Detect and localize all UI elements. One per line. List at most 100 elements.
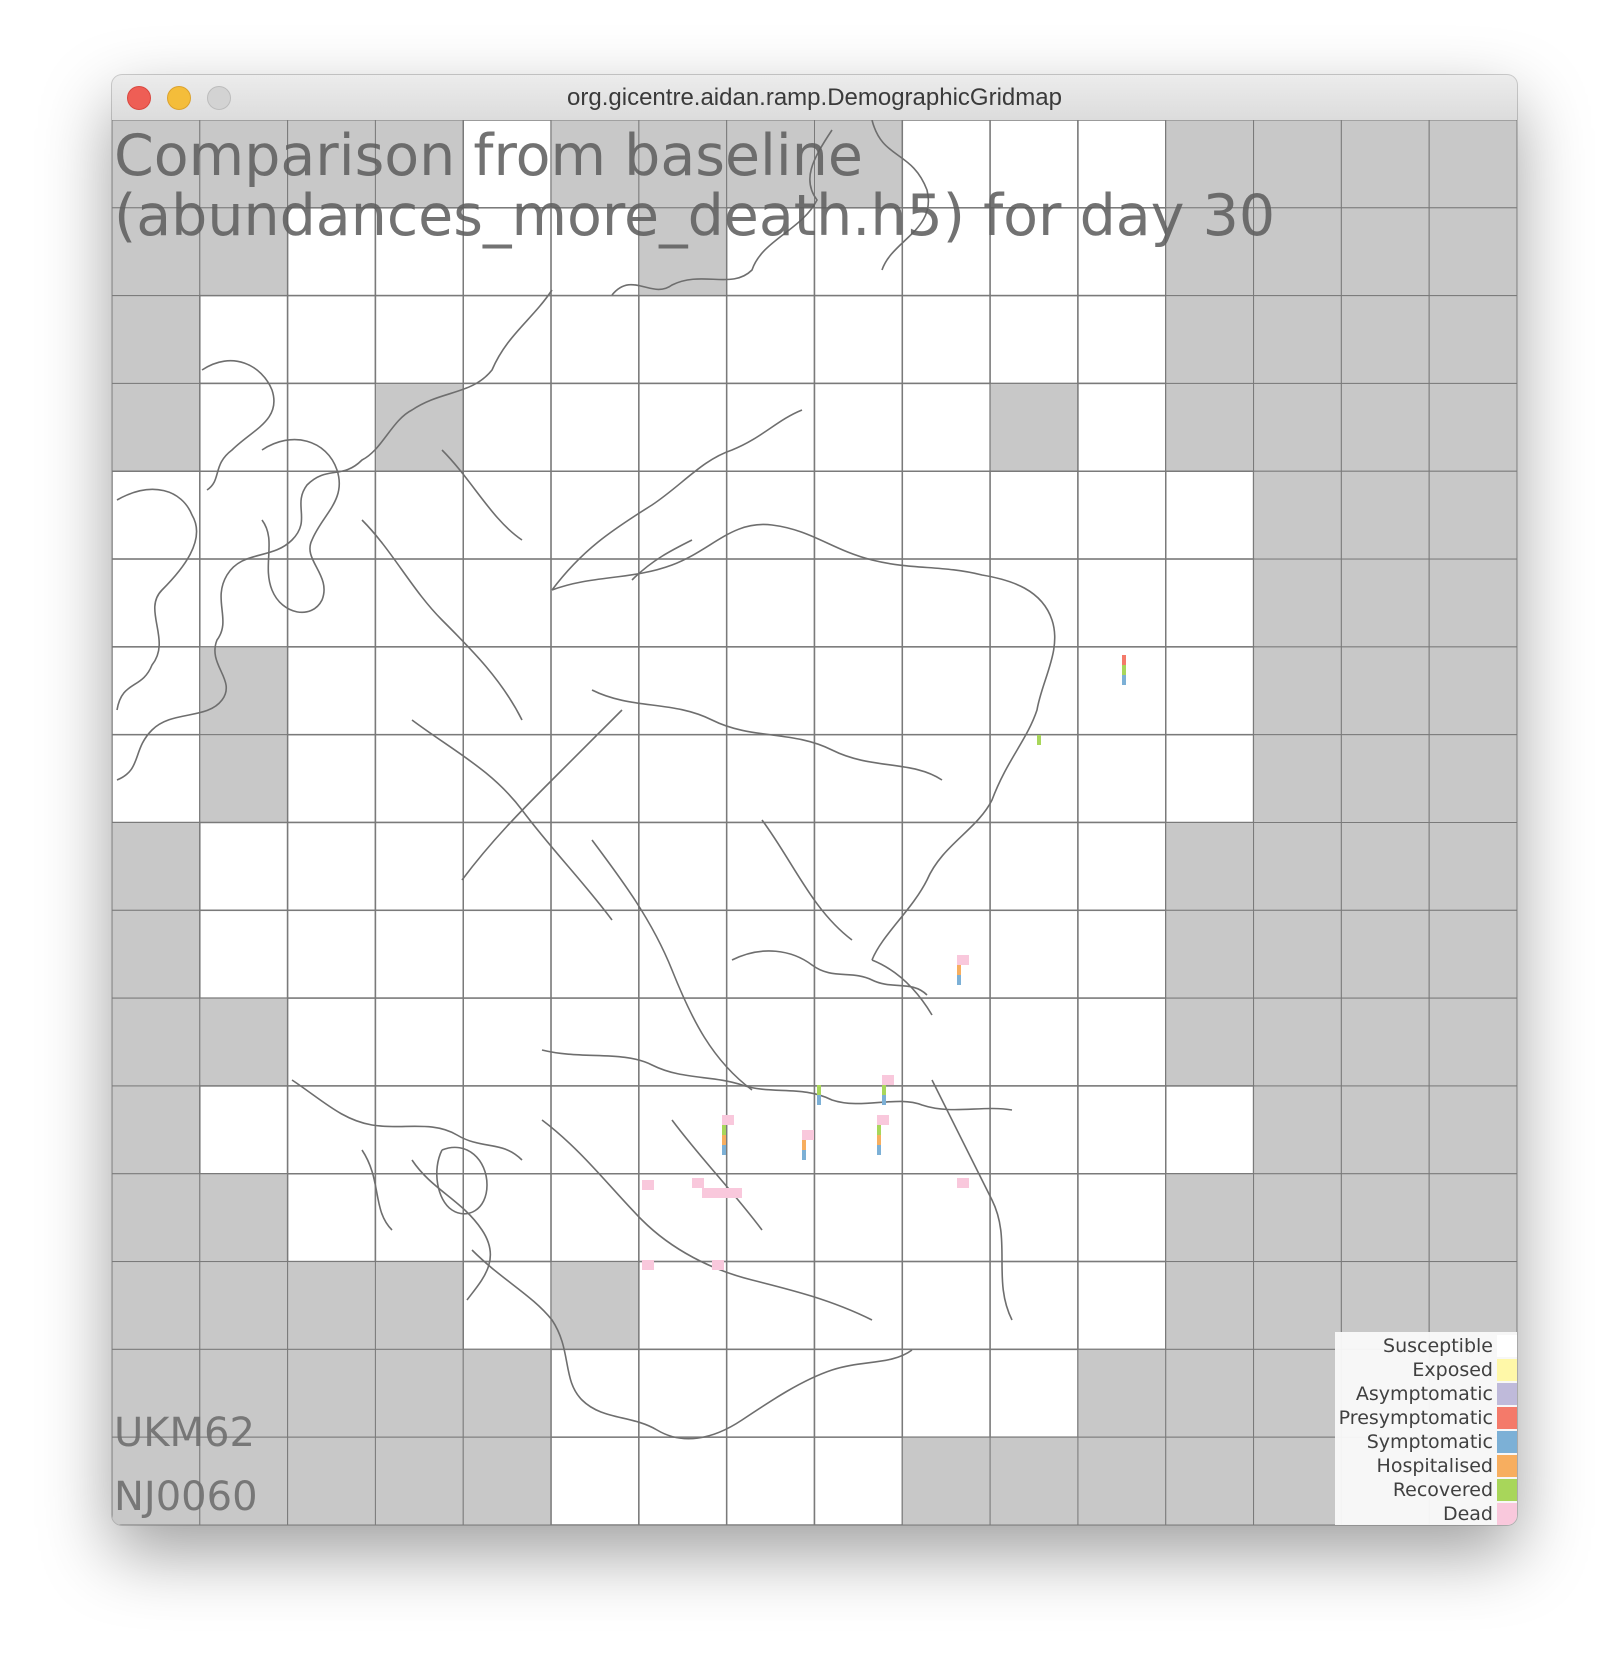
grid-cell-empty[interactable]: [1428, 822, 1517, 911]
grid-cell-land[interactable]: [374, 646, 464, 736]
grid-cell-land[interactable]: [725, 470, 816, 560]
grid-cell-empty[interactable]: [1165, 1436, 1255, 1525]
grid-cell-empty[interactable]: [112, 295, 201, 384]
grid-cell-land[interactable]: [638, 558, 728, 648]
grid-cell-empty[interactable]: [1165, 822, 1255, 911]
grid-cell-empty[interactable]: [1428, 1085, 1517, 1175]
grid-cell-land[interactable]: [725, 1436, 816, 1525]
grid-cell-land[interactable]: [1077, 997, 1167, 1087]
grid-cell-land[interactable]: [725, 1260, 816, 1351]
grid-cell-land[interactable]: [550, 294, 640, 385]
grid-cell-land[interactable]: [550, 1436, 640, 1525]
grid-cell-land[interactable]: [286, 821, 377, 912]
grid-cell-land[interactable]: [901, 997, 991, 1087]
grid-cell-empty[interactable]: [1340, 997, 1430, 1087]
grid-cell-empty[interactable]: [1428, 909, 1517, 999]
grid-cell-land[interactable]: [462, 733, 552, 824]
grid-cell-empty[interactable]: [199, 734, 289, 823]
grid-cell-land[interactable]: [901, 382, 991, 472]
grid-cell-land[interactable]: [725, 294, 816, 385]
grid-cell-empty[interactable]: [901, 1436, 991, 1525]
grid-cell-land[interactable]: [112, 470, 201, 560]
grid-cell-land[interactable]: [725, 909, 816, 999]
grid-cell-land[interactable]: [989, 821, 1079, 912]
grid-cell-land[interactable]: [725, 997, 816, 1087]
grid-cell-empty[interactable]: [989, 1436, 1079, 1525]
grid-cell-land[interactable]: [901, 821, 991, 912]
grid-cell-land[interactable]: [1077, 1173, 1167, 1263]
grid-cell-land[interactable]: [286, 558, 377, 648]
grid-cell-empty[interactable]: [1253, 909, 1342, 999]
grid-cell-empty[interactable]: [1340, 646, 1430, 736]
grid-cell-land[interactable]: [462, 558, 552, 648]
grid-cell-land[interactable]: [550, 558, 640, 648]
grid-cell-land[interactable]: [989, 909, 1079, 999]
grid-cell-land[interactable]: [813, 1348, 904, 1438]
grid-cell-land[interactable]: [550, 733, 640, 824]
gridmap[interactable]: [112, 120, 1517, 1525]
grid-cell-empty[interactable]: [112, 382, 201, 472]
grid-cell-empty[interactable]: [112, 909, 201, 999]
grid-cell-empty[interactable]: [1165, 1261, 1255, 1350]
grid-cell-empty[interactable]: [462, 1348, 552, 1438]
grid-cell-land[interactable]: [286, 997, 377, 1087]
grid-cell-land[interactable]: [374, 733, 464, 824]
grid-cell-land[interactable]: [1165, 470, 1255, 560]
grid-cell-empty[interactable]: [1165, 909, 1255, 999]
grid-cell-land[interactable]: [1165, 733, 1255, 824]
grid-cell-empty[interactable]: [1253, 1173, 1342, 1263]
grid-cell-land[interactable]: [638, 997, 728, 1087]
grid-cell-empty[interactable]: [1253, 1261, 1342, 1350]
grid-cell-land[interactable]: [462, 382, 552, 472]
grid-cell-empty[interactable]: [1340, 734, 1430, 823]
grid-cell-land[interactable]: [374, 294, 464, 385]
grid-cell-land[interactable]: [112, 733, 201, 824]
grid-cell-land[interactable]: [901, 1348, 991, 1438]
grid-cell-land[interactable]: [374, 821, 464, 912]
grid-cell-land[interactable]: [1077, 821, 1167, 912]
grid-cell-empty[interactable]: [1165, 1173, 1255, 1263]
grid-cell-land[interactable]: [638, 470, 728, 560]
grid-cell-empty[interactable]: [1165, 997, 1255, 1087]
grid-cell-empty[interactable]: [199, 646, 289, 736]
grid-cell-empty[interactable]: [1253, 734, 1342, 823]
grid-cell-land[interactable]: [1077, 646, 1167, 736]
grid-cell-land[interactable]: [901, 646, 991, 736]
grid-cell-land[interactable]: [286, 733, 377, 824]
grid-cell-empty[interactable]: [1253, 1085, 1342, 1175]
grid-cell-land[interactable]: [989, 294, 1079, 385]
grid-cell-land[interactable]: [638, 909, 728, 999]
grid-cell-empty[interactable]: [1253, 822, 1342, 911]
grid-cell-empty[interactable]: [1165, 382, 1255, 472]
grid-cell-land[interactable]: [286, 909, 377, 999]
grid-cell-land[interactable]: [813, 1085, 904, 1175]
grid-cell-land[interactable]: [1165, 1085, 1255, 1175]
grid-cell-land[interactable]: [725, 821, 816, 912]
grid-cell-land[interactable]: [638, 1436, 728, 1525]
grid-cell-land[interactable]: [1077, 1260, 1167, 1351]
grid-cell-land[interactable]: [989, 1085, 1079, 1175]
grid-cell-land[interactable]: [989, 646, 1079, 736]
grid-cell-empty[interactable]: [462, 1436, 552, 1525]
grid-cell-land[interactable]: [462, 1085, 552, 1175]
grid-cell-land[interactable]: [813, 997, 904, 1087]
grid-cell-empty[interactable]: [550, 1261, 640, 1350]
grid-cell-land[interactable]: [1165, 558, 1255, 648]
grid-cell-empty[interactable]: [1253, 1436, 1342, 1525]
grid-cell-empty[interactable]: [199, 1173, 289, 1263]
grid-cell-empty[interactable]: [1340, 1173, 1430, 1263]
grid-cell-land[interactable]: [1077, 470, 1167, 560]
grid-cell-empty[interactable]: [989, 382, 1079, 472]
grid-cell-land[interactable]: [638, 821, 728, 912]
grid-cell-land[interactable]: [374, 558, 464, 648]
grid-cell-empty[interactable]: [1077, 1436, 1167, 1525]
grid-cell-empty[interactable]: [287, 1261, 376, 1350]
grid-cell-land[interactable]: [725, 1085, 816, 1175]
grid-cell-empty[interactable]: [1428, 120, 1517, 209]
grid-cell-land[interactable]: [286, 1085, 377, 1175]
grid-cell-land[interactable]: [989, 470, 1079, 560]
grid-cell-empty[interactable]: [1077, 1348, 1167, 1438]
grid-cell-land[interactable]: [550, 470, 640, 560]
grid-cell-empty[interactable]: [374, 1261, 464, 1350]
grid-cell-empty[interactable]: [1428, 646, 1517, 736]
